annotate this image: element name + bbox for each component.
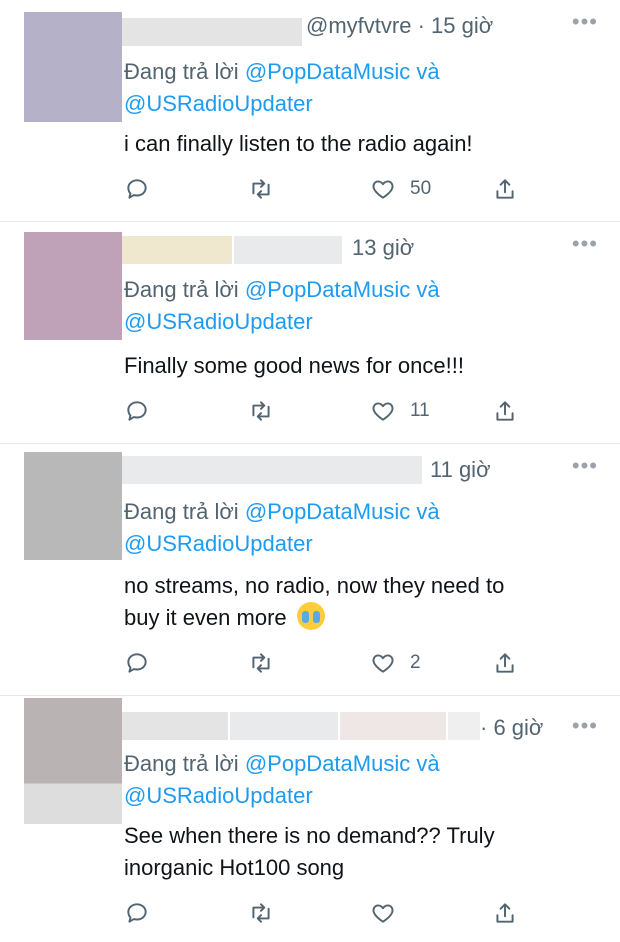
handle-time: @myfvtvre · 15 giờ — [306, 10, 493, 42]
replying-to: Đang trả lời @PopDataMusic và @USRadioUp… — [124, 56, 440, 120]
redacted-display-name — [122, 712, 228, 740]
mention-link[interactable]: @USRadioUpdater — [124, 309, 313, 334]
like-count: 50 — [410, 178, 432, 199]
tweet-text-line: See when there is no demand?? Truly — [124, 823, 495, 848]
retweet-button[interactable] — [248, 172, 274, 206]
redacted-handle — [234, 236, 342, 264]
replying-to: Đang trả lời @PopDataMusic và @USRadioUp… — [124, 496, 440, 560]
share-button[interactable] — [492, 646, 518, 680]
tweet-text: Finally some good news for once!!! — [124, 353, 464, 378]
loudly-crying-face-icon — [296, 602, 325, 630]
reply-button[interactable] — [124, 896, 150, 930]
redacted-display-name — [122, 456, 422, 484]
timestamp[interactable]: 11 giờ — [430, 457, 491, 482]
retweet-icon — [252, 653, 270, 673]
share-icon — [496, 903, 514, 923]
like-count: 11 — [410, 400, 430, 421]
mention-link[interactable]: @PopDataMusic — [245, 59, 410, 84]
like-count: 2 — [410, 652, 421, 673]
more-options-icon[interactable]: ••• — [572, 715, 598, 737]
reply-icon — [127, 653, 147, 673]
retweet-icon — [252, 179, 270, 199]
tweet-text: no streams, no radio, now they need to b… — [124, 570, 594, 634]
tweet-2[interactable]: 13 giờ ••• Đang trả lời @PopDataMusic và… — [0, 222, 620, 444]
tweet-text: i can finally listen to the radio again! — [124, 131, 473, 156]
more-options-icon[interactable]: ••• — [572, 455, 598, 477]
reply-icon — [127, 401, 147, 421]
reply-button[interactable] — [124, 172, 150, 206]
tweet-4[interactable]: · 6 giờ ••• Đang trả lời @PopDataMusic v… — [0, 696, 620, 942]
replying-to: Đang trả lời @PopDataMusic và @USRadioUp… — [124, 274, 440, 338]
replying-to: Đang trả lời @PopDataMusic và @USRadioUp… — [124, 748, 440, 812]
retweet-button[interactable] — [248, 896, 274, 930]
redacted-handle — [340, 712, 446, 740]
reply-prefix: Đang trả lời — [124, 751, 239, 776]
mention-link[interactable]: @USRadioUpdater — [124, 91, 313, 116]
like-button[interactable]: 2 — [370, 646, 421, 680]
share-icon — [496, 401, 514, 421]
like-button[interactable] — [370, 896, 410, 930]
avatar[interactable] — [24, 452, 122, 560]
conjunction: và — [416, 499, 440, 524]
reply-icon — [127, 179, 147, 199]
tweet-3[interactable]: 11 giờ ••• Đang trả lời @PopDataMusic và… — [0, 444, 620, 696]
tweet-text: See when there is no demand?? Truly inor… — [124, 820, 594, 884]
reply-button[interactable] — [124, 394, 150, 428]
avatar[interactable] — [24, 12, 122, 122]
redacted-display-name — [230, 712, 338, 740]
reply-button[interactable] — [124, 646, 150, 680]
share-button[interactable] — [492, 172, 518, 206]
timestamp[interactable]: 13 giờ — [352, 235, 414, 260]
share-icon — [496, 653, 514, 673]
timestamp[interactable]: · 6 giờ — [480, 715, 543, 740]
mention-link[interactable]: @USRadioUpdater — [124, 783, 313, 808]
heart-icon — [372, 654, 394, 673]
retweet-icon — [252, 903, 270, 923]
more-options-icon[interactable]: ••• — [572, 233, 598, 255]
mention-link[interactable]: @PopDataMusic — [245, 499, 410, 524]
share-button[interactable] — [492, 896, 518, 930]
redacted-handle — [448, 712, 480, 740]
tweet-1[interactable]: @myfvtvre · 15 giờ ••• Đang trả lời @Pop… — [0, 0, 620, 222]
share-icon — [496, 179, 514, 199]
conjunction: và — [416, 751, 440, 776]
like-button[interactable]: 11 — [370, 394, 430, 428]
action-bar: 50 — [124, 172, 524, 206]
timestamp[interactable]: · 15 giờ — [418, 13, 494, 38]
avatar[interactable] — [24, 232, 122, 340]
handle-time: · 6 giờ — [480, 712, 543, 744]
heart-icon — [372, 180, 394, 199]
reply-prefix: Đang trả lời — [124, 59, 239, 84]
action-bar: 2 — [124, 646, 524, 680]
heart-icon — [372, 904, 394, 923]
tweet-text-line: no streams, no radio, now they need to — [124, 573, 505, 598]
heart-icon — [372, 402, 394, 421]
like-button[interactable]: 50 — [370, 172, 431, 206]
reply-feed: @myfvtvre · 15 giờ ••• Đang trả lời @Pop… — [0, 0, 620, 942]
tweet-text-line: buy it even more — [124, 605, 287, 630]
handle[interactable]: @myfvtvre — [306, 13, 411, 38]
reply-prefix: Đang trả lời — [124, 499, 239, 524]
handle-time: 13 giờ — [352, 232, 414, 264]
redacted-display-name — [122, 236, 232, 264]
action-bar — [124, 896, 524, 930]
reply-prefix: Đang trả lời — [124, 277, 239, 302]
redacted-display-name — [122, 18, 302, 46]
retweet-icon — [252, 401, 270, 421]
action-bar: 11 — [124, 394, 524, 428]
mention-link[interactable]: @USRadioUpdater — [124, 531, 313, 556]
avatar[interactable] — [24, 698, 122, 824]
retweet-button[interactable] — [248, 646, 274, 680]
more-options-icon[interactable]: ••• — [572, 11, 598, 33]
mention-link[interactable]: @PopDataMusic — [245, 751, 410, 776]
mention-link[interactable]: @PopDataMusic — [245, 277, 410, 302]
conjunction: và — [416, 277, 440, 302]
tweet-text-line: inorganic Hot100 song — [124, 855, 345, 880]
handle-time: 11 giờ — [430, 454, 491, 486]
conjunction: và — [416, 59, 440, 84]
share-button[interactable] — [492, 394, 518, 428]
retweet-button[interactable] — [248, 394, 274, 428]
reply-icon — [127, 903, 147, 923]
